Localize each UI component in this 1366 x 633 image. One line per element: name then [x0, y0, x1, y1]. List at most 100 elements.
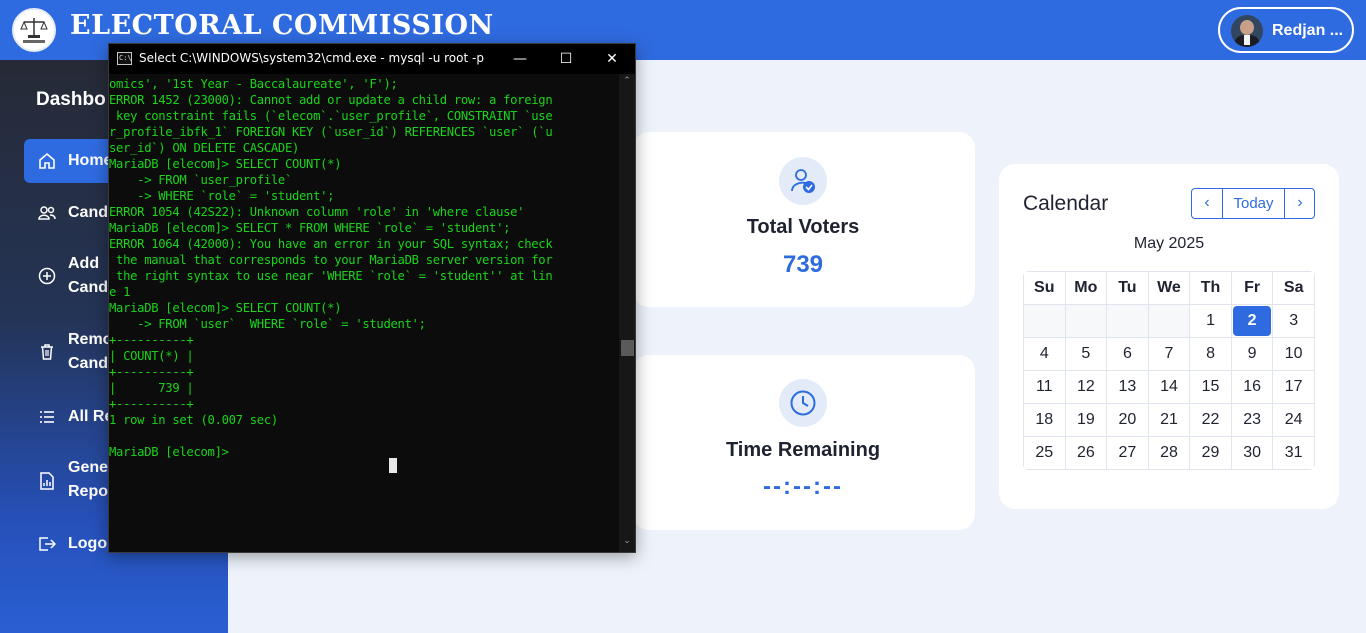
- calendar-empty-cell: [1023, 304, 1066, 338]
- calendar-title: Calendar: [1023, 192, 1109, 215]
- list-icon: [40, 411, 54, 423]
- cmd-window[interactable]: C:\ Select C:\WINDOWS\system32\cmd.exe -…: [108, 43, 636, 553]
- calendar-day-cell[interactable]: 21: [1147, 403, 1191, 437]
- calendar-week: 11 12 13 14 15 16 17: [1023, 370, 1315, 404]
- app-title: ELECTORAL COMMISSION: [70, 10, 494, 41]
- calendar-day: 8: [1206, 345, 1215, 362]
- calendar-day: 31: [1284, 444, 1303, 461]
- next-month-button[interactable]: ›: [1284, 189, 1315, 218]
- calendar-day-cell[interactable]: 9: [1230, 337, 1274, 371]
- calendar-day-cell[interactable]: 6: [1106, 337, 1149, 371]
- calendar-day-cell[interactable]: 24: [1272, 403, 1315, 437]
- calendar-day: 5: [1081, 345, 1091, 362]
- scroll-up-icon[interactable]: ⌃: [619, 76, 635, 86]
- close-icon: ✕: [606, 51, 618, 67]
- users-icon: [38, 206, 56, 220]
- calendar-day: 16: [1243, 378, 1261, 395]
- console-line: e 1: [109, 285, 131, 299]
- calendar-today: 2: [1233, 306, 1272, 336]
- chevron-right-icon: ›: [1297, 194, 1303, 211]
- weekday-header: Su: [1023, 271, 1066, 305]
- calendar-day-cell[interactable]: 15: [1189, 370, 1232, 404]
- sidebar-title: Dashbo: [36, 89, 106, 110]
- add-circle-icon: [38, 267, 56, 285]
- scrollbar[interactable]: ⌃ ⌄: [619, 74, 635, 552]
- close-button[interactable]: ✕: [589, 44, 635, 74]
- window-title: Select C:\WINDOWS\system32\cmd.exe - mys…: [139, 51, 484, 65]
- calendar-day-cell[interactable]: 22: [1189, 403, 1232, 437]
- user-menu-button[interactable]: Redjan ...: [1218, 7, 1354, 53]
- prev-month-button[interactable]: ‹: [1192, 189, 1223, 218]
- console-line: -> FROM `user` WHERE `role` = 'student';: [109, 317, 426, 331]
- calendar-day-cell[interactable]: 18: [1023, 403, 1066, 437]
- user-check-icon: [779, 157, 827, 205]
- calendar-day: 25: [1035, 444, 1054, 461]
- calendar-day-cell[interactable]: 1: [1189, 304, 1232, 338]
- sidebar-item-label: Gene Repo: [68, 459, 109, 500]
- calendar-nav: ‹ Today ›: [1191, 188, 1315, 219]
- calendar-day-cell[interactable]: 19: [1064, 403, 1108, 437]
- console-line: r_profile_ibfk_1` FOREIGN KEY (`user_id`…: [109, 125, 553, 139]
- weekday-header: Th: [1189, 271, 1232, 305]
- console-line: key constraint fails (`elecom`.`user_pro…: [109, 109, 553, 123]
- scroll-down-icon[interactable]: ⌄: [619, 536, 635, 546]
- calendar-day-cell[interactable]: 8: [1189, 337, 1232, 371]
- calendar-day: 19: [1076, 411, 1095, 428]
- text-cursor: [389, 458, 397, 473]
- calendar-day: 11: [1035, 378, 1053, 395]
- calendar-day: 28: [1160, 444, 1178, 461]
- calendar-day-cell[interactable]: 30: [1230, 436, 1274, 470]
- today-button[interactable]: Today: [1223, 189, 1284, 218]
- user-name: Redjan ...: [1272, 22, 1344, 39]
- calendar-day-cell[interactable]: 28: [1147, 436, 1191, 470]
- weekday-header: Tu: [1106, 271, 1149, 305]
- sidebar-item-label: Home: [68, 152, 113, 169]
- console-line: ser_id`) ON DELETE CASCADE): [109, 141, 300, 155]
- scroll-thumb[interactable]: [621, 340, 634, 356]
- calendar-day-cell[interactable]: 7: [1147, 337, 1191, 371]
- minimize-button[interactable]: —: [497, 44, 543, 74]
- weekday-header: We: [1147, 271, 1191, 305]
- calendar-day-cell[interactable]: 25: [1023, 436, 1066, 470]
- calendar-day-cell[interactable]: 5: [1064, 337, 1108, 371]
- calendar-day-cell[interactable]: 29: [1189, 436, 1232, 470]
- maximize-button[interactable]: ☐: [543, 44, 589, 74]
- calendar-day-cell[interactable]: 2: [1230, 304, 1274, 338]
- console-line: ERROR 1064 (42000): You have an error in…: [109, 237, 553, 251]
- calendar-day-cell[interactable]: 16: [1230, 370, 1274, 404]
- console-line: -> WHERE `role` = 'student';: [109, 189, 335, 203]
- calendar-day-cell[interactable]: 13: [1106, 370, 1149, 404]
- time-remaining-value: --:--:--: [763, 473, 843, 500]
- calendar-day-cell[interactable]: 4: [1023, 337, 1066, 371]
- weekday-header: Sa: [1272, 271, 1315, 305]
- maximize-icon: ☐: [559, 51, 573, 67]
- sidebar-item-label: Add Cand: [68, 255, 108, 296]
- console-line: MariaDB [elecom]>: [109, 445, 229, 459]
- trash-icon: [41, 344, 53, 360]
- calendar-day-cell[interactable]: 11: [1023, 370, 1066, 404]
- console-output[interactable]: omics', '1st Year - Baccalaureate', 'F')…: [109, 74, 619, 552]
- calendar-day: 21: [1160, 411, 1178, 428]
- calendar-day-cell[interactable]: 17: [1272, 370, 1315, 404]
- calendar-day: 3: [1289, 312, 1299, 329]
- console-line: ERROR 1054 (42S22): Unknown column 'role…: [109, 205, 525, 219]
- calendar-day-cell[interactable]: 27: [1106, 436, 1149, 470]
- calendar-day-cell[interactable]: 10: [1272, 337, 1315, 371]
- calendar-day: 14: [1160, 378, 1178, 395]
- calendar-day: 30: [1243, 444, 1261, 461]
- calendar-day-cell[interactable]: 26: [1064, 436, 1108, 470]
- calendar-day-cell[interactable]: 31: [1272, 436, 1315, 470]
- calendar-day: 1: [1206, 312, 1215, 329]
- calendar-day-cell[interactable]: 12: [1064, 370, 1108, 404]
- calendar-day: 22: [1201, 411, 1220, 428]
- calendar-day: 4: [1039, 345, 1049, 362]
- window-titlebar[interactable]: C:\ Select C:\WINDOWS\system32\cmd.exe -…: [109, 44, 635, 74]
- calendar-day: 10: [1284, 345, 1303, 362]
- calendar-day-cell[interactable]: 3: [1272, 304, 1315, 338]
- calendar-day: 18: [1035, 411, 1054, 428]
- calendar-day-cell[interactable]: 23: [1230, 403, 1274, 437]
- calendar-day-cell[interactable]: 20: [1106, 403, 1149, 437]
- calendar-day: 23: [1243, 411, 1261, 428]
- calendar-day-cell[interactable]: 14: [1147, 370, 1191, 404]
